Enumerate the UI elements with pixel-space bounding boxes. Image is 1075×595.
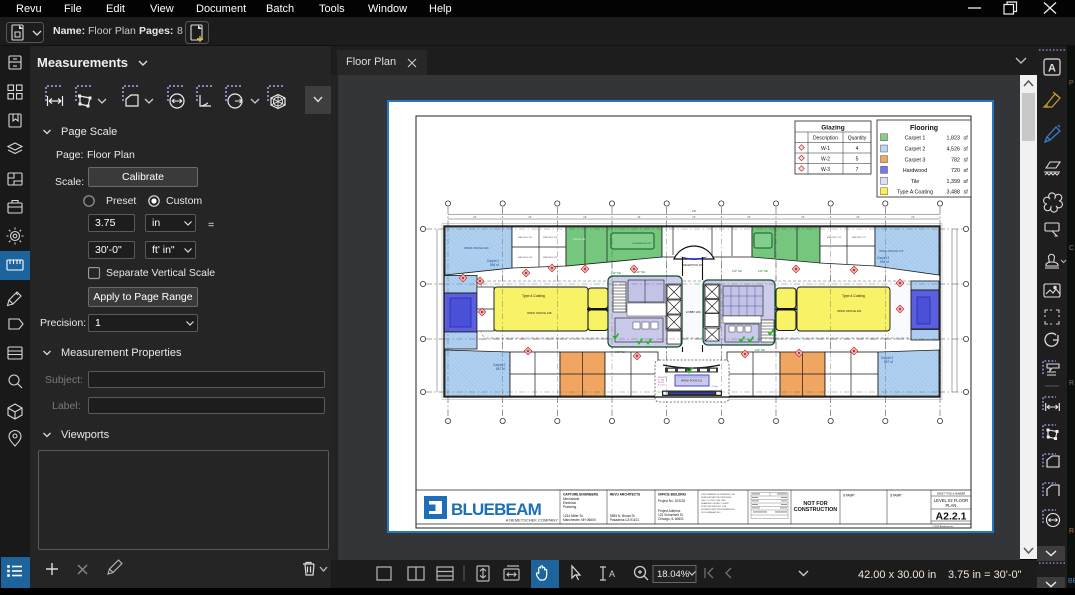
svg-text:24': 24' [473,215,477,219]
svg-text:A NEMETSCHEK COMPANY: A NEMETSCHEK COMPANY [506,518,559,523]
svg-text:sf: sf [964,168,969,174]
svg-text:42.00 x 30.00 in: 42.00 x 30.00 in [858,569,936,581]
svg-text:720: 720 [951,168,960,174]
svg-text:Chicago, IL 60601: Chicago, IL 60601 [658,517,684,521]
svg-text:Manchester, NH 06600: Manchester, NH 06600 [563,518,596,522]
svg-text:1,823: 1,823 [947,136,961,142]
svg-text:16': 16' [856,215,860,219]
svg-text:944 sf: 944 sf [880,260,889,264]
svg-text:+3 Dew: +3 Dew [711,386,718,388]
svg-text:DEMONSTRATION PURPOSES: DEMONSTRATION PURPOSES [701,496,732,499]
svg-text:Pasadena CA 91101: Pasadena CA 91101 [610,518,639,522]
svg-text:OF BLUEBEAM, INC.: OF BLUEBEAM, INC. [701,511,722,514]
svg-text:782: 782 [951,157,960,163]
svg-text:W-2: W-2 [821,157,830,163]
svg-text:Carpet 3: Carpet 3 [905,157,926,163]
svg-text:16': 16' [583,215,587,219]
svg-text:MEETING 203: MEETING 203 [543,237,558,239]
svg-text:120" Tall: 120" Tall [755,348,765,352]
svg-text:Plumbing: Plumbing [563,505,577,509]
svg-text:BREAK ROOM 233: BREAK ROOM 233 [681,380,703,383]
svg-text:Flooring: Flooring [910,125,938,132]
svg-text:Type A Coating: Type A Coating [842,294,865,298]
svg-text:Carpet 1: Carpet 1 [905,136,926,142]
svg-text:Glazing: Glazing [821,125,845,132]
svg-text:16': 16' [528,215,532,219]
svg-text:MEETING 205: MEETING 205 [518,257,533,259]
svg-text:847 sf: 847 sf [884,360,893,364]
svg-text:STAMP:: STAMP: [843,494,855,498]
svg-text:OPEN OFFICE 261: OPEN OFFICE 261 [837,309,862,313]
svg-text:LOBBY 200: LOBBY 200 [686,310,701,314]
svg-text:sf: sf [964,157,969,163]
svg-text:STAMP:: STAMP: [890,494,902,498]
svg-text:5: 5 [856,157,859,163]
svg-text:MEETING 217: MEETING 217 [852,237,867,239]
svg-text:PURPOSE WITHOUT THE: PURPOSE WITHOUT THE [701,506,727,508]
svg-text:4: 4 [856,146,859,152]
svg-text:sf: sf [964,190,969,196]
svg-text:248': 248' [692,210,697,213]
svg-text:OFFICE 209: OFFICE 209 [573,239,586,241]
svg-text:Type A Coating: Type A Coating [522,294,545,298]
svg-text:sf: sf [964,147,969,153]
svg-text:SHEET TITLE & NUMBER: SHEET TITLE & NUMBER [937,493,966,496]
svg-text:Quantity: Quantity [848,136,867,142]
svg-text:PLAN: PLAN [946,503,957,508]
svg-text:120" Tall: 120" Tall [611,271,621,275]
svg-text:EXPRESS WRITTEN PERMISSION: EXPRESS WRITTEN PERMISSION [701,509,735,511]
svg-text:Hardwood: Hardwood [903,168,928,174]
svg-text:OPEN OFFICE 290: OPEN OFFICE 290 [464,246,489,250]
svg-text:16': 16' [801,215,805,219]
svg-text:MEETING 201: MEETING 201 [518,237,533,239]
svg-text:847 sf: 847 sf [496,367,505,371]
svg-text:CONFERENCE 207: CONFERENCE 207 [632,243,652,245]
svg-text:1,399: 1,399 [947,179,961,185]
svg-text:Carpet 2: Carpet 2 [905,147,926,153]
svg-text:OPEN OFFICE 274: OPEN OFFICE 274 [879,249,904,253]
svg-text:Project No. 323232: Project No. 323232 [658,499,686,503]
svg-text:sf: sf [964,179,969,185]
svg-text:7: 7 [856,167,859,173]
svg-text:W-1: W-1 [821,146,830,152]
svg-text:W-3: W-3 [821,167,830,173]
svg-text:ONLY. DO NOT USE THIS: ONLY. DO NOT USE THIS [701,500,726,502]
svg-text:24': 24' [911,215,915,219]
svg-text:DRAWING FOR ANY OTHER: DRAWING FOR ANY OTHER [701,502,729,505]
svg-text:132" Tall: 132" Tall [615,350,625,354]
svg-text:BLUEBEAM: BLUEBEAM [451,500,542,519]
svg-text:120" Tall: 120" Tall [635,270,645,274]
svg-text:3.75 in = 30'-0": 3.75 in = 30'-0" [948,569,1022,581]
svg-text:A2.2.1: A2.2.1 [936,511,967,523]
svg-text:120" Tall: 120" Tall [732,269,742,273]
svg-text:© 2019 Bluebeam Inc.: © 2019 Bluebeam Inc. [932,525,954,528]
svg-text:RECEPTION 200: RECEPTION 200 [683,263,704,267]
svg-text:16': 16' [692,215,696,219]
svg-text:944 sf: 944 sf [490,263,499,267]
svg-text:16': 16' [747,215,751,219]
svg-text:120" Tall: 120" Tall [758,269,768,273]
svg-text:MEETING 215: MEETING 215 [827,237,842,239]
svg-text:THIS DRAWING IS INTENDED FOR: THIS DRAWING IS INTENDED FOR [701,493,735,496]
svg-text:18.04%: 18.04% [657,569,690,580]
svg-text:OFFICE BUILDING: OFFICE BUILDING [658,493,686,497]
svg-text:Type A Coating: Type A Coating [897,190,933,196]
svg-text:Tile: Tile [911,179,920,185]
svg-text:CAPTURE ENGINEERS: CAPTURE ENGINEERS [563,493,598,497]
svg-text:16': 16' [637,215,641,219]
svg-text:3,488: 3,488 [947,190,961,196]
svg-text:MEETING 207: MEETING 207 [543,257,558,259]
svg-text:A: A [1048,63,1056,75]
svg-text:R = 8.12: R = 8.12 [658,385,665,387]
svg-text:A: A [609,569,615,579]
svg-text:CONSTRUCTION: CONSTRUCTION [794,507,838,513]
svg-text:Description: Description [813,136,838,142]
svg-text:OPEN OFFICE 248: OPEN OFFICE 248 [527,311,552,315]
svg-text:4,526: 4,526 [947,147,961,153]
svg-text:REVU ARCHITECTS: REVU ARCHITECTS [610,493,640,497]
svg-text:sf: sf [964,136,969,142]
